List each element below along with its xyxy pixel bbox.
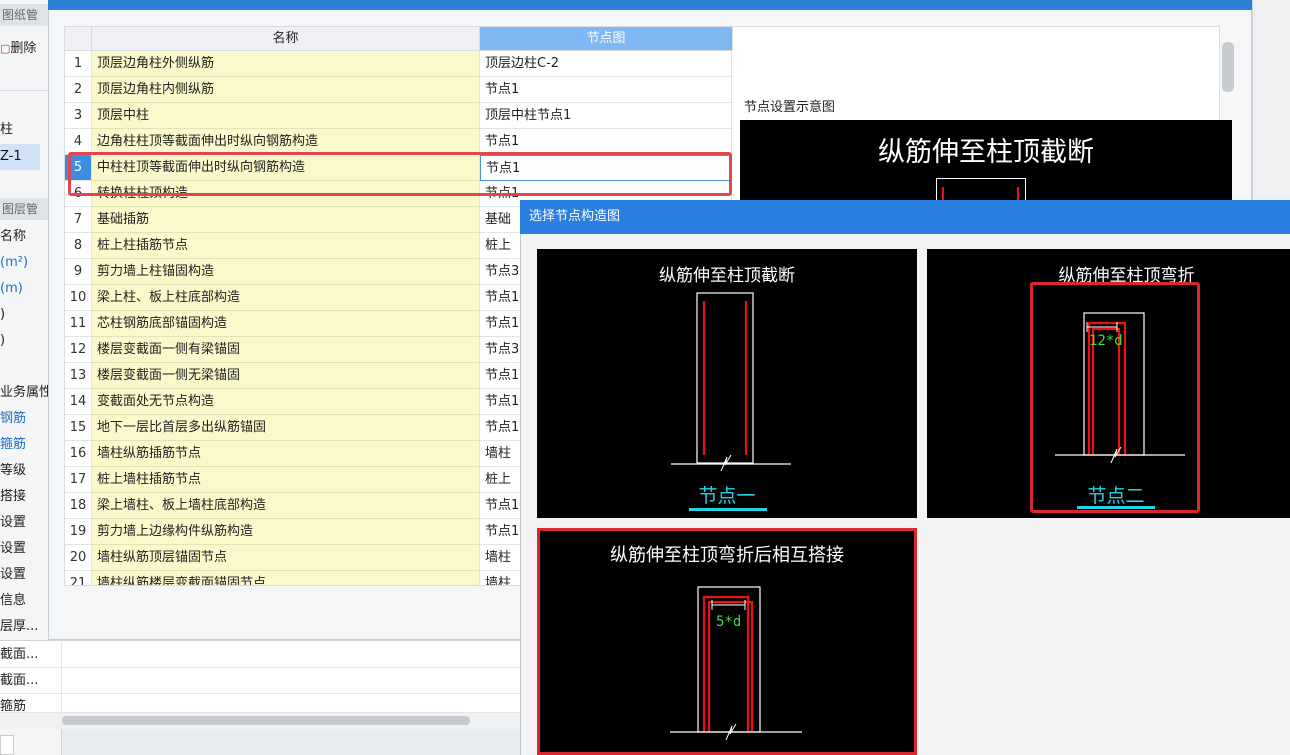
- row-index[interactable]: 19: [65, 519, 92, 545]
- row-name-cell: 芯柱钢筋底部锚固构造: [92, 311, 480, 337]
- node-caption-underline: [1077, 506, 1155, 509]
- node-value: 节点1: [485, 134, 520, 149]
- tree-item-z1[interactable]: Z-1: [0, 144, 40, 170]
- node-value: 节点1: [485, 82, 520, 97]
- row-index[interactable]: 13: [65, 363, 92, 389]
- row-name-cell: 顶层边角柱外侧纵筋: [92, 51, 480, 77]
- dimension-label: 5*d: [716, 614, 742, 630]
- row-index[interactable]: 7: [65, 207, 92, 233]
- horizontal-scrollbar-thumb[interactable]: [62, 716, 470, 725]
- node-value: 节点1: [485, 290, 520, 305]
- node-value: 节点1: [485, 368, 520, 383]
- table-row[interactable]: 2 顶层边角柱内侧纵筋 节点1: [65, 77, 733, 103]
- col-header-node[interactable]: 节点图: [480, 27, 733, 51]
- row-name-cell: 桩上墙柱插筋节点: [92, 467, 480, 493]
- row-name-cell: 剪力墙上边缘构件纵筋构造: [92, 519, 480, 545]
- preview-title: 纵筋伸至柱顶截断: [878, 137, 1094, 168]
- node-value: 墙柱: [485, 550, 512, 565]
- row-name-cell: 基础插筋: [92, 207, 480, 233]
- row-name-cell: 楼层变截面一侧有梁锚固: [92, 337, 480, 363]
- preview-column-outline: [936, 178, 1026, 202]
- col-header-name[interactable]: 名称: [92, 27, 480, 51]
- delete-icon: ▢: [0, 42, 11, 55]
- select-node-titlebar: 选择节点构造图: [520, 200, 1290, 234]
- row-name-cell: 顶层中柱: [92, 103, 480, 129]
- node-value: 墙柱: [485, 576, 512, 586]
- row-name-cell: 地下一层比首层多出纵筋锚固: [92, 415, 480, 441]
- row-node-cell[interactable]: 节点1: [480, 77, 732, 103]
- vertical-scrollbar-thumb[interactable]: [1222, 42, 1234, 92]
- right-toolbar-strip: [1252, 0, 1290, 200]
- row-name-cell: 变截面处无节点构造: [92, 389, 480, 415]
- row-index[interactable]: 1: [65, 51, 92, 77]
- row-index[interactable]: 11: [65, 311, 92, 337]
- row-node-cell[interactable]: 顶层边柱C-2: [480, 51, 732, 77]
- row-name-cell: 墙柱纵筋楼层变截面锚固节点: [92, 571, 480, 585]
- row-index[interactable]: 12: [65, 337, 92, 363]
- row-node-cell[interactable]: 顶层中柱节点1: [480, 103, 732, 129]
- row-name-cell: 楼层变截面一侧无梁锚固: [92, 363, 480, 389]
- table-row[interactable]: 1 顶层边角柱外侧纵筋 顶层边柱C-2: [65, 51, 733, 77]
- grid-corner-header: [65, 27, 92, 51]
- row-name-cell: 剪力墙上柱锚固构造: [92, 259, 480, 285]
- row-index[interactable]: 8: [65, 233, 92, 259]
- row-index[interactable]: 14: [65, 389, 92, 415]
- preview-image: 纵筋伸至柱顶截断: [740, 120, 1232, 202]
- row-index[interactable]: 18: [65, 493, 92, 519]
- row-highlight-annotation: [68, 152, 732, 196]
- node-value: 节点1: [485, 524, 520, 539]
- row-index[interactable]: 3: [65, 103, 92, 129]
- row-name-cell: 梁上墙柱、板上墙柱底部构造: [92, 493, 480, 519]
- node-value: 节点1: [485, 420, 520, 435]
- row-name-cell: 墙柱纵筋顶层锚固节点: [92, 545, 480, 571]
- node-value: 节点1: [485, 316, 520, 331]
- node-value: 节点3: [485, 342, 520, 357]
- node-value: 顶层中柱节点1: [485, 108, 572, 123]
- row-index[interactable]: 20: [65, 545, 92, 571]
- node-value: 节点1: [485, 394, 520, 409]
- table-row[interactable]: 截面...: [0, 668, 520, 694]
- preview-label: 节点设置示意图: [744, 100, 836, 115]
- bottom-tab[interactable]: [0, 735, 14, 755]
- column-diagram-1: [671, 292, 791, 472]
- node-option-1[interactable]: 纵筋伸至柱顶截断 节点一: [537, 249, 917, 518]
- node-option-3[interactable]: 纵筋伸至柱顶弯折后相互搭接 5*d: [537, 528, 917, 755]
- row-index[interactable]: 16: [65, 441, 92, 467]
- row-index[interactable]: 15: [65, 415, 92, 441]
- column-diagram-3: [670, 586, 802, 741]
- dialog-titlebar: [48, 0, 1252, 10]
- node-value: 节点3: [485, 264, 520, 279]
- row-index[interactable]: 21: [65, 571, 92, 585]
- node-caption: 节点二: [1087, 485, 1145, 507]
- node-value: 桩上: [485, 472, 512, 487]
- dimension-label: 12*d: [1089, 333, 1123, 349]
- node-value: 桩上: [485, 238, 512, 253]
- column-diagram-2: [1055, 312, 1185, 464]
- row-index[interactable]: 17: [65, 467, 92, 493]
- row-index[interactable]: 10: [65, 285, 92, 311]
- table-row[interactable]: 箍筋: [0, 694, 520, 713]
- row-name-cell: 桩上柱插筋节点: [92, 233, 480, 259]
- row-name-cell: 墙柱纵筋插筋节点: [92, 441, 480, 467]
- row-index[interactable]: 2: [65, 77, 92, 103]
- node-value: 节点1: [485, 498, 520, 513]
- node-value: 墙柱: [485, 446, 512, 461]
- node-value: 基础: [485, 212, 512, 227]
- row-name-cell: 梁上柱、板上柱底部构造: [92, 285, 480, 311]
- node-caption-underline: [689, 508, 767, 511]
- node-option-2[interactable]: 纵筋伸至柱顶弯折 12*d 节点二: [927, 249, 1290, 518]
- row-name-cell: 顶层边角柱内侧纵筋: [92, 77, 480, 103]
- node-value: 顶层边柱C-2: [485, 56, 560, 71]
- table-row[interactable]: 截面...: [0, 642, 520, 668]
- row-index[interactable]: 9: [65, 259, 92, 285]
- table-row[interactable]: 3 顶层中柱 顶层中柱节点1: [65, 103, 733, 129]
- node-caption: 节点一: [698, 485, 756, 507]
